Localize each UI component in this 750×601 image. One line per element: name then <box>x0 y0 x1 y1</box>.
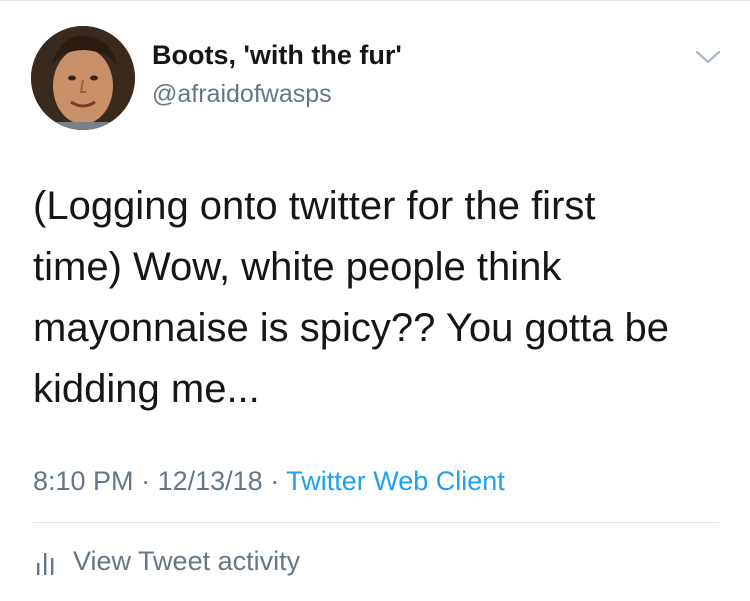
tweet-time[interactable]: 8:10 PM <box>33 466 134 496</box>
tweet-meta: 8:10 PM · 12/13/18 · Twitter Web Client <box>33 466 505 497</box>
bar-chart-icon <box>37 552 54 575</box>
avatar-photo <box>31 26 135 130</box>
tweet-text-line: mayonnaise is spicy?? You gotta be <box>33 306 669 350</box>
display-name[interactable]: Boots, 'with the fur' <box>152 40 402 71</box>
meta-separator: · <box>270 466 280 496</box>
view-tweet-activity-button[interactable]: View Tweet activity <box>33 546 300 577</box>
divider <box>33 522 719 523</box>
top-divider <box>0 0 750 1</box>
avatar[interactable] <box>31 26 135 130</box>
chevron-down-icon[interactable] <box>694 48 722 66</box>
view-tweet-activity-label: View Tweet activity <box>73 546 301 576</box>
user-handle[interactable]: @afraidofwasps <box>152 80 332 109</box>
tweet-date[interactable]: 12/13/18 <box>158 466 263 496</box>
tweet-text-line: time) Wow, white people think <box>33 245 562 289</box>
tweet-text-line: (Logging onto twitter for the first <box>33 184 596 228</box>
meta-separator: · <box>141 466 151 496</box>
tweet-text-line: kidding me... <box>33 367 260 411</box>
tweet-text: (Logging onto twitter for the first time… <box>33 176 723 420</box>
tweet-source-link[interactable]: Twitter Web Client <box>286 466 505 496</box>
